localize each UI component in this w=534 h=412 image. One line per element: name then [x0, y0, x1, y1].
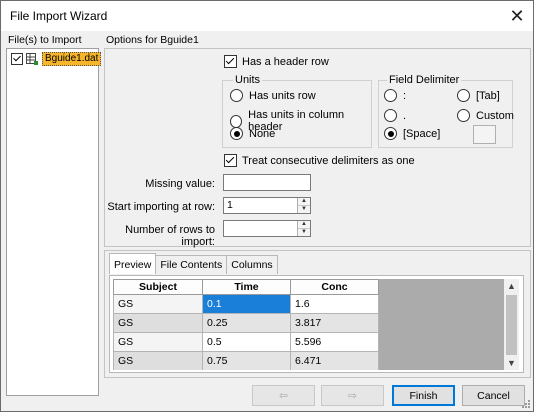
field-delimiter-title: Field Delimiter [387, 74, 462, 86]
table-cell-selected[interactable]: 0.1 [202, 294, 291, 314]
tab-columns[interactable]: Columns [226, 255, 278, 274]
num-rows-spin-buttons: ▲ ▼ [297, 221, 310, 236]
table-cell[interactable]: 1.6 [290, 294, 379, 314]
table-cell[interactable]: GS [113, 332, 203, 352]
tab-file-contents[interactable]: File Contents [155, 255, 228, 274]
missing-value-input[interactable] [223, 174, 311, 191]
spin-down-icon[interactable]: ▼ [298, 229, 310, 236]
back-arrow-icon: ⇦ [279, 389, 288, 402]
column-header-subject[interactable]: Subject [113, 279, 203, 295]
delimiter-custom-circle[interactable] [457, 109, 470, 122]
delimiter-period-radio[interactable]: . [384, 109, 406, 122]
units-has-units-row-label: Has units row [249, 89, 316, 102]
delimiter-colon-radio[interactable]: : [384, 89, 406, 102]
delimiter-colon-circle[interactable] [384, 89, 397, 102]
resize-grip-icon[interactable] [521, 399, 531, 409]
next-arrow-icon: ⇨ [348, 389, 357, 402]
options-label: Options for Bguide1 [106, 34, 199, 46]
delimiter-space-label: [Space] [403, 127, 441, 140]
scroll-down-icon[interactable]: ▼ [504, 356, 519, 370]
missing-value-label: Missing value: [145, 178, 215, 190]
spin-up-icon[interactable]: ▲ [298, 198, 310, 206]
treat-consecutive-label: Treat consecutive delimiters as one [242, 154, 415, 167]
file-name[interactable]: Bguide1.dat [42, 52, 102, 66]
has-header-row-box[interactable] [224, 55, 237, 68]
delimiter-period-circle[interactable] [384, 109, 397, 122]
has-header-row-checkbox[interactable]: Has a header row [224, 55, 329, 68]
delimiter-custom-label: Custom [476, 109, 514, 122]
units-has-units-row-radio[interactable]: Has units row [230, 89, 316, 102]
units-none-label: None [249, 127, 276, 140]
table-cell[interactable]: 0.75 [202, 351, 291, 370]
table-cell[interactable]: 0.25 [202, 313, 291, 333]
window-title: File Import Wizard [10, 9, 108, 23]
units-group-title: Units [233, 74, 263, 86]
table-cell[interactable]: 0.5 [202, 332, 291, 352]
units-none-radio[interactable]: None [230, 127, 275, 140]
scroll-up-icon[interactable]: ▲ [504, 279, 519, 293]
table-row: GS 0.5 5.596 [113, 332, 379, 352]
delimiter-tab-radio[interactable]: [Tab] [457, 89, 500, 102]
back-button[interactable]: ⇦ [252, 385, 315, 406]
column-header-time[interactable]: Time [202, 279, 291, 295]
treat-consecutive-checkbox[interactable]: Treat consecutive delimiters as one [224, 154, 415, 167]
treat-consecutive-box[interactable] [224, 154, 237, 167]
units-has-units-row-circle[interactable] [230, 89, 243, 102]
header-row: Subject Time Conc [113, 279, 379, 295]
start-row-value[interactable]: 1 [227, 199, 233, 211]
has-header-row-label: Has a header row [242, 55, 329, 68]
table-cell[interactable]: 6.471 [290, 351, 379, 370]
table-row: GS 0.25 3.817 [113, 313, 379, 333]
preview-panel: Preview File Contents Columns Subject Ti… [104, 250, 531, 378]
spin-down-icon[interactable]: ▼ [298, 206, 310, 213]
close-button[interactable]: ✕ [505, 4, 529, 28]
preview-grid[interactable]: Subject Time Conc GS 0.1 1.6 GS 0.25 3.8… [113, 279, 519, 370]
table-cell[interactable]: GS [113, 294, 203, 314]
files-to-import-label: File(s) to Import [8, 34, 82, 46]
files-tree[interactable]: Bguide1.dat [6, 48, 102, 396]
start-row-spin-buttons: ▲ ▼ [297, 198, 310, 213]
delimiter-period-label: . [403, 109, 407, 122]
file-import-wizard-window: File Import Wizard ✕ File(s) to Import B… [0, 0, 534, 412]
column-header-conc[interactable]: Conc [290, 279, 379, 295]
delimiter-custom-radio[interactable]: Custom [457, 109, 514, 122]
delimiter-tab-circle[interactable] [457, 89, 470, 102]
num-rows-spinner[interactable]: ▲ ▼ [223, 220, 311, 237]
close-icon: ✕ [509, 5, 525, 26]
file-tree-item[interactable]: Bguide1.dat [11, 52, 102, 66]
next-button[interactable]: ⇨ [321, 385, 384, 406]
tab-preview[interactable]: Preview [109, 253, 157, 274]
delimiter-colon-label: : [403, 89, 407, 102]
start-row-spinner[interactable]: 1 ▲ ▼ [223, 197, 311, 214]
custom-delimiter-input[interactable] [473, 125, 496, 144]
units-none-circle[interactable] [230, 127, 243, 140]
file-table-icon [26, 53, 38, 65]
dialog-body: File(s) to Import Bguide1.dat Options fo… [1, 31, 533, 411]
start-row-label: Start importing at row: [107, 201, 215, 213]
finish-button[interactable]: Finish [392, 385, 455, 406]
options-panel: Has a header row Units Has units row Has… [104, 48, 531, 248]
spin-up-icon[interactable]: ▲ [298, 221, 310, 229]
file-checkbox[interactable] [11, 53, 23, 65]
table-cell[interactable]: 3.817 [290, 313, 379, 333]
delimiter-space-circle[interactable] [384, 127, 397, 140]
preview-tabs: Preview File Contents Columns [109, 253, 278, 275]
title-bar: File Import Wizard ✕ [1, 1, 533, 31]
preview-tab-content: Subject Time Conc GS 0.1 1.6 GS 0.25 3.8… [109, 275, 524, 373]
table-row: GS 0.75 6.471 [113, 351, 379, 370]
field-delimiter-group: Field Delimiter : [Tab] . Custom [Space] [378, 74, 514, 148]
vertical-scrollbar[interactable]: ▲ ▼ [504, 279, 519, 370]
table-cell[interactable]: GS [113, 313, 203, 333]
units-group: Units Has units row Has units in column … [222, 74, 372, 148]
delimiter-tab-label: [Tab] [476, 89, 500, 102]
units-in-column-header-circle[interactable] [230, 114, 243, 128]
preview-table: Subject Time Conc GS 0.1 1.6 GS 0.25 3.8… [113, 279, 379, 370]
cancel-button[interactable]: Cancel [462, 385, 525, 406]
table-cell[interactable]: GS [113, 351, 203, 370]
delimiter-space-radio[interactable]: [Space] [384, 127, 440, 140]
table-row: GS 0.1 1.6 [113, 294, 379, 314]
table-cell[interactable]: 5.596 [290, 332, 379, 352]
num-rows-label: Number of rows to import: [125, 224, 215, 248]
scrollbar-thumb[interactable] [506, 295, 517, 355]
